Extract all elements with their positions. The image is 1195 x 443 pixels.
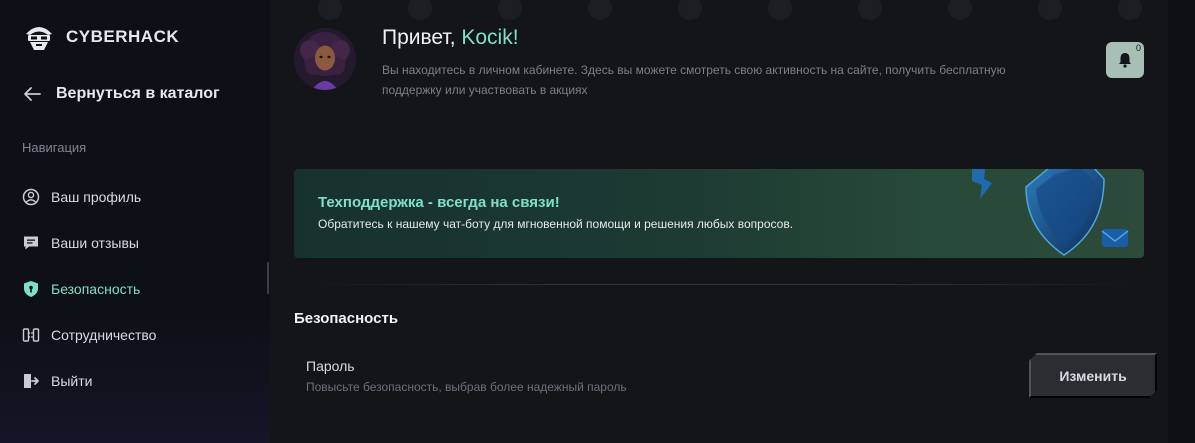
sidebar-item-partnership[interactable]: Сотрудничество xyxy=(22,312,262,358)
section-divider xyxy=(300,284,1144,285)
intro-text: Вы находитесь в личном кабинете. Здесь в… xyxy=(382,63,1006,97)
shield-icon xyxy=(24,281,38,297)
user-avatar-image xyxy=(294,28,356,90)
sidebar-item-profile[interactable]: Ваш профиль xyxy=(22,174,262,220)
banner-title: Техподдержка - всегда на связи! xyxy=(318,194,560,211)
sidebar-item-label: Безопасность xyxy=(51,281,141,297)
shield-illustration xyxy=(972,169,1129,256)
page-margin xyxy=(1168,0,1195,443)
sidebar-item-reviews[interactable]: Ваши отзывы xyxy=(22,220,262,266)
sidebar-item-label: Выйти xyxy=(51,373,93,389)
handshake-icon xyxy=(22,328,40,342)
notifications-button[interactable]: 0 xyxy=(1106,42,1144,78)
brand-name: CYBERHACK xyxy=(66,27,180,46)
hacker-mask-icon xyxy=(26,27,52,50)
nav-heading: Навигация xyxy=(22,140,87,155)
sidebar-item-label: Ваши отзывы xyxy=(51,235,139,251)
sidebar-item-logout[interactable]: Выйти xyxy=(22,358,262,404)
sidebar: CYBERHACK Вернуться в каталог Навигация … xyxy=(0,0,270,443)
back-link-label: Вернуться в каталог xyxy=(56,85,220,102)
greeting-title: Привет, Kocik! xyxy=(382,26,519,49)
comment-icon xyxy=(24,236,38,250)
user-name: Kocik! xyxy=(461,26,519,49)
back-to-catalog-link[interactable]: Вернуться в каталог xyxy=(22,84,220,104)
section-title: Безопасность xyxy=(294,310,399,327)
sidebar-item-security[interactable]: Безопасность xyxy=(22,266,262,312)
sidebar-item-label: Сотрудничество xyxy=(51,327,157,343)
main-panel: Привет, Kocik! Вы находитесь в личном ка… xyxy=(270,0,1168,443)
notification-count: 0 xyxy=(1135,43,1141,53)
password-label: Пароль xyxy=(306,358,355,374)
password-description: Повысьте безопасность, выбрав более наде… xyxy=(306,380,627,394)
sidebar-nav: Ваш профиль Ваши отзывы Безопасность Сот… xyxy=(22,174,262,404)
user-circle-icon xyxy=(22,188,40,206)
banner-text: Обратитесь к нашему чат-боту для мгновен… xyxy=(318,217,794,231)
bell-icon xyxy=(1119,53,1131,68)
sidebar-scroll-indicator xyxy=(267,262,269,294)
logout-icon xyxy=(24,374,39,388)
support-banner[interactable]: Техподдержка - всегда на связи! Обратите… xyxy=(294,169,1144,258)
change-password-button[interactable]: Изменить xyxy=(1029,353,1157,398)
sidebar-item-label: Ваш профиль xyxy=(51,189,142,205)
logo[interactable]: CYBERHACK xyxy=(22,22,179,52)
arrow-left-icon xyxy=(24,87,41,101)
avatar[interactable] xyxy=(294,28,356,90)
